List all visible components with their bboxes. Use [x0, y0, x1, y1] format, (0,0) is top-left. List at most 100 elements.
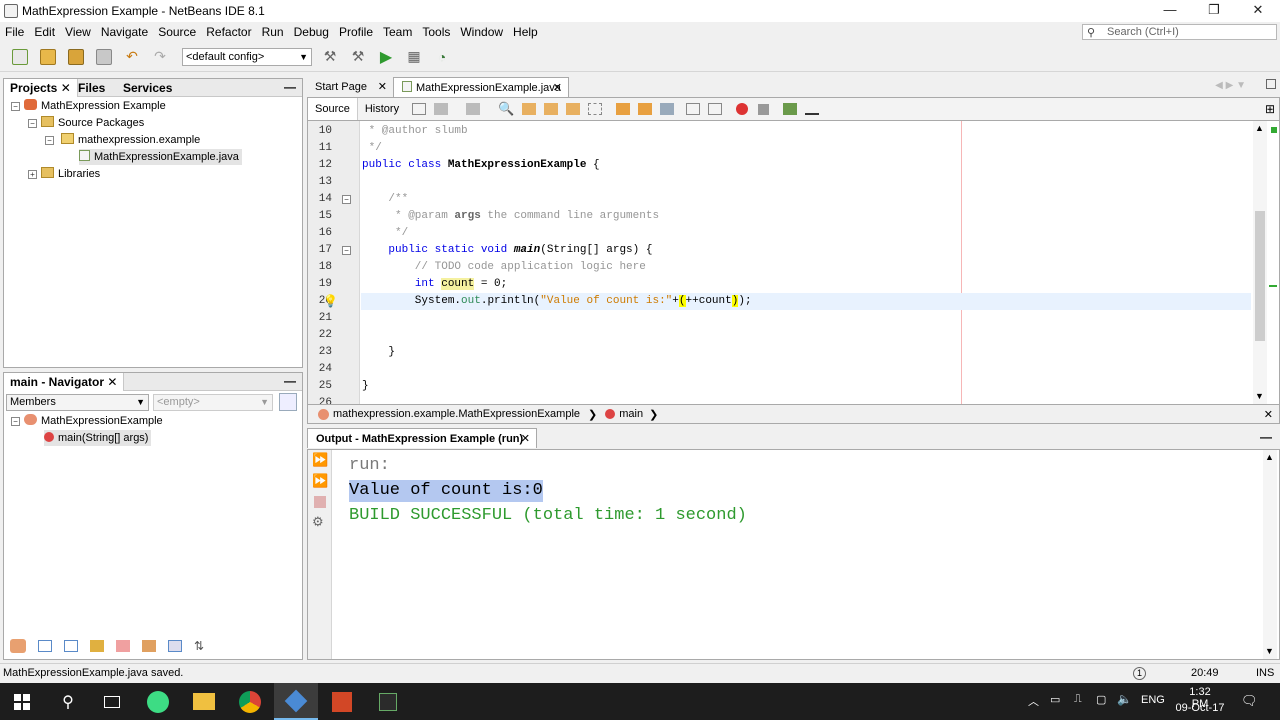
expand-icon[interactable]: + [28, 170, 37, 179]
tab-files[interactable]: Files [72, 79, 111, 97]
tree-libraries[interactable]: Libraries [41, 166, 100, 182]
clean-build-icon[interactable]: ⚒ [346, 45, 370, 69]
output-console[interactable]: ⏩ ⏩ ⚙ run: Value of count is:0 BUILD SUC… [307, 449, 1280, 660]
close-icon[interactable]: ✕ [1264, 408, 1273, 421]
comment-icon[interactable] [783, 103, 798, 115]
run-icon[interactable]: ▶ [374, 45, 398, 69]
split-editor-icon[interactable]: ⊞ [1265, 102, 1275, 116]
menu-run[interactable]: Run [257, 22, 289, 42]
tab-java-file[interactable]: MathExpressionExample.java ✕ [393, 77, 569, 97]
collapse-icon[interactable]: − [45, 136, 54, 145]
menu-file[interactable]: File [0, 22, 29, 42]
tab-services[interactable]: Services [117, 79, 178, 97]
toggle-bookmark-icon[interactable] [660, 103, 675, 115]
tree-source-packages[interactable]: Source Packages [41, 115, 144, 131]
collapse-icon[interactable]: − [28, 119, 37, 128]
scroll-up-icon[interactable]: ▲ [1265, 452, 1274, 462]
breadcrumb-method[interactable]: main [619, 408, 643, 420]
stop-macro-recording-icon[interactable] [758, 103, 770, 115]
start-macro-recording-icon[interactable] [736, 103, 749, 115]
toggle-rect-select-icon[interactable] [588, 103, 603, 115]
menu-navigate[interactable]: Navigate [96, 22, 153, 42]
menu-view[interactable]: View [60, 22, 96, 42]
close-button[interactable]: ✕ [1236, 0, 1280, 22]
scroll-down-icon[interactable]: ▼ [1265, 646, 1274, 656]
menu-help[interactable]: Help [508, 22, 543, 42]
menu-refactor[interactable]: Refactor [201, 22, 256, 42]
menu-edit[interactable]: Edit [29, 22, 60, 42]
menu-profile[interactable]: Profile [334, 22, 378, 42]
debug-icon[interactable]: ▦ [402, 45, 426, 69]
find-next-icon[interactable] [544, 103, 559, 115]
members-select[interactable]: Members ▼ [6, 394, 149, 411]
open-project-icon[interactable] [64, 45, 88, 69]
settings-icon[interactable]: ⚙ [312, 514, 324, 530]
editor-scrollbar[interactable]: ▲ ▼ [1253, 121, 1267, 404]
search-icon[interactable]: ⚲ [46, 683, 90, 720]
menu-window[interactable]: Window [455, 22, 508, 42]
fold-icon[interactable]: − [342, 246, 351, 255]
tab-history[interactable]: History [358, 98, 406, 120]
restore-button[interactable]: ❐ [1192, 0, 1236, 22]
powerpoint-taskbar-icon[interactable] [320, 683, 364, 720]
find-previous-icon[interactable] [522, 103, 537, 115]
android-studio-taskbar-icon[interactable] [136, 683, 180, 720]
previous-bookmark-icon[interactable] [616, 103, 631, 115]
app-taskbar-icon[interactable] [366, 683, 410, 720]
volume-icon[interactable]: 🔈 [1117, 692, 1132, 706]
tab-navigator[interactable]: main - Navigator ✕ [4, 373, 125, 391]
collapse-icon[interactable]: − [11, 102, 20, 111]
tab-projects[interactable]: Projects ✕ [4, 79, 78, 97]
menu-team[interactable]: Team [378, 22, 417, 42]
toggle-highlight-icon[interactable] [566, 103, 581, 115]
file-explorer-taskbar-icon[interactable] [182, 683, 226, 720]
menu-debug[interactable]: Debug [289, 22, 334, 42]
close-icon[interactable]: ✕ [521, 429, 530, 449]
code-editor[interactable]: 10 11 12 13 14 15 16 17 18 19 20 21 22 2… [307, 121, 1280, 404]
next-bookmark-icon[interactable] [638, 103, 653, 115]
inherited-filter-icon[interactable] [64, 640, 78, 652]
lightbulb-hint-icon[interactable]: 💡 [323, 294, 338, 308]
close-icon[interactable]: ✕ [553, 78, 562, 98]
task-view-icon[interactable] [90, 683, 134, 720]
chevron-up-icon[interactable]: ︿ [1028, 693, 1039, 709]
language-indicator[interactable]: ENG [1141, 694, 1165, 706]
config-select[interactable]: <default config> ▼ [182, 47, 312, 66]
static-filter-icon[interactable] [38, 640, 52, 652]
netbeans-taskbar-icon[interactable] [274, 683, 318, 720]
minimize-button[interactable]: — [1148, 0, 1192, 22]
back-icon[interactable] [434, 103, 449, 115]
tree-java-file[interactable]: MathExpressionExample.java [79, 149, 242, 165]
close-icon[interactable]: ✕ [378, 77, 387, 97]
notifications-icon[interactable]: 1 [1133, 667, 1146, 680]
battery-icon[interactable]: ▭ [1050, 693, 1060, 706]
nonpublic-filter-icon[interactable] [90, 640, 104, 652]
last-edit-icon[interactable] [412, 103, 427, 115]
fold-icon[interactable]: − [342, 195, 351, 204]
filter-select[interactable]: <empty> ▼ [153, 394, 273, 411]
shift-right-icon[interactable] [708, 103, 723, 115]
search-input[interactable]: ⚲ Search (Ctrl+I) [1082, 24, 1277, 40]
build-icon[interactable]: ⚒ [318, 45, 342, 69]
shift-left-icon[interactable] [686, 103, 701, 115]
close-icon[interactable]: ✕ [61, 81, 71, 95]
profile-icon[interactable]: ◔ [430, 45, 454, 69]
sort-source-icon[interactable]: ⇅ [194, 640, 208, 652]
scrollbar-thumb[interactable] [1255, 211, 1265, 341]
minimize-panel-icon[interactable]: — [284, 373, 296, 389]
tree-package[interactable]: mathexpression.example [61, 132, 200, 148]
breadcrumb-class[interactable]: mathexpression.example.MathExpressionExa… [333, 408, 580, 420]
sort-icon[interactable] [142, 640, 156, 652]
tree-project[interactable]: MathExpression Example [24, 98, 166, 114]
scroll-up-icon[interactable]: ▲ [1255, 123, 1264, 133]
close-icon[interactable]: ✕ [107, 375, 117, 389]
usb-icon[interactable]: ⎍ [1074, 693, 1082, 706]
rerun-icon[interactable]: ⏩ [312, 452, 328, 468]
menu-source[interactable]: Source [153, 22, 201, 42]
stop-icon[interactable] [314, 496, 326, 508]
find-icon[interactable]: 🔍 [498, 101, 514, 117]
scroll-left-icon[interactable]: ◀ ▶ ▼ [1215, 80, 1246, 91]
redo-icon[interactable]: ↷ [148, 45, 172, 69]
new-project-icon[interactable] [36, 45, 60, 69]
chrome-taskbar-icon[interactable] [228, 683, 272, 720]
